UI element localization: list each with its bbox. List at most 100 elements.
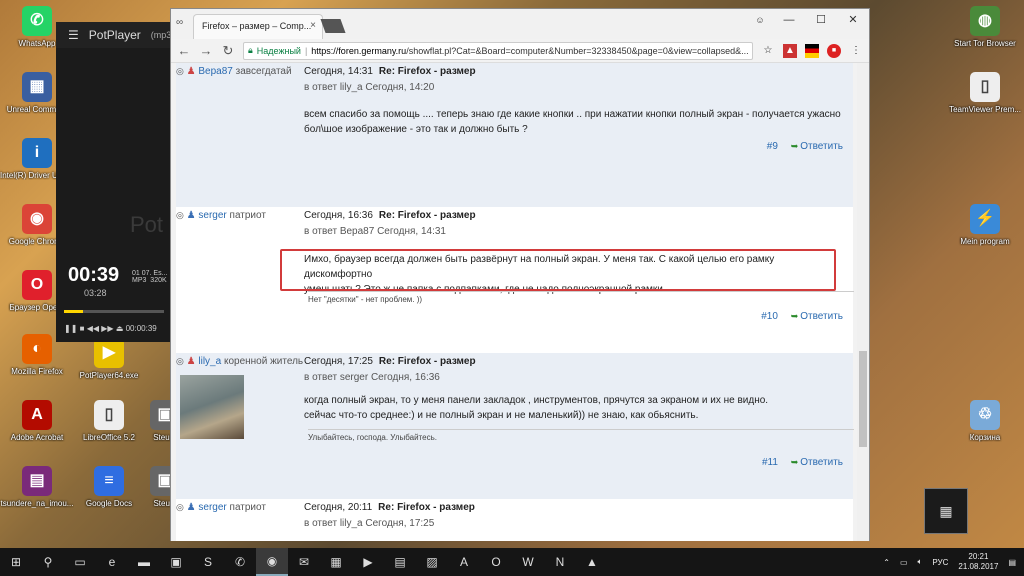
potplayer-track: 01 07. Es...: [132, 270, 168, 277]
reply-author[interactable]: lily_a: [340, 82, 363, 93]
flag-extension-icon[interactable]: [805, 43, 819, 58]
post-signature: Улыбайтесь, господа. Улыбайтесь.: [308, 429, 854, 442]
post-signature: Нет "десятки" - нет проблем. )): [308, 291, 854, 304]
start-icon[interactable]: ⊞: [0, 548, 32, 576]
desktop-icon[interactable]: ⚡ Mein program: [948, 204, 1022, 246]
tab-close-icon[interactable]: ×: [310, 20, 316, 31]
stop-icon[interactable]: ■: [80, 324, 85, 333]
next-icon[interactable]: ▶▶: [101, 324, 113, 333]
author-link[interactable]: serger: [198, 502, 226, 513]
menu-icon[interactable]: ☰: [68, 28, 79, 42]
post-body: всем спасибо за помощь .... теперь знаю …: [304, 107, 844, 137]
back-icon[interactable]: ←: [177, 43, 191, 58]
system-tray: ⌃ ▭ 🔈︎ РУС 20:21 21.08.2017 ▤: [883, 548, 1016, 576]
prev-icon[interactable]: ◀◀: [87, 324, 99, 333]
post-number[interactable]: #9: [767, 141, 778, 152]
thunderbird-icon[interactable]: ✉: [288, 548, 320, 576]
post-subject[interactable]: Re: Firefox - размер: [379, 66, 476, 77]
clock[interactable]: 20:21 21.08.2017: [958, 552, 998, 572]
browser-tab[interactable]: Firefox – размер – Comp... ×: [193, 14, 323, 39]
adblock-icon[interactable]: ■: [827, 43, 841, 58]
answer-button[interactable]: Ответить: [800, 141, 843, 152]
desktop-icon-label: Mozilla Firefox: [11, 367, 63, 376]
desktop-icon[interactable]: ▶ PotPlayer64.exe: [72, 338, 146, 380]
scrollbar-thumb[interactable]: [859, 351, 867, 447]
new-tab-button[interactable]: [320, 19, 346, 33]
opera-icon[interactable]: O: [480, 548, 512, 576]
pdf-extension-icon[interactable]: ▲: [783, 43, 797, 58]
potplayer-titlebar[interactable]: ☰ PotPlayer (mp3): [56, 22, 174, 48]
notifications-icon[interactable]: ▤: [1008, 558, 1016, 567]
clock-time: 20:21: [968, 552, 989, 561]
explorer-icon[interactable]: ▬: [128, 548, 160, 576]
onenote-icon[interactable]: N: [544, 548, 576, 576]
minimize-icon[interactable]: —: [773, 9, 805, 31]
potplayer-window[interactable]: ☰ PotPlayer (mp3) Pot 00:39 03:28 01 07.…: [56, 22, 174, 342]
potplayer-seekbar[interactable]: [64, 310, 164, 313]
post-subject[interactable]: Re: Firefox - размер: [378, 502, 475, 513]
tray-arrow-icon[interactable]: ⌃: [883, 558, 890, 567]
post-subject[interactable]: Re: Firefox - размер: [379, 210, 476, 221]
answer-button[interactable]: Ответить: [800, 457, 843, 468]
chrome-icon[interactable]: ◉: [256, 548, 288, 576]
calculator-icon[interactable]: ▦: [320, 548, 352, 576]
post-author: ◎ ♟ serger патриот: [176, 210, 266, 221]
page-scrollbar[interactable]: [857, 63, 869, 541]
whatsapp-icon[interactable]: ✆: [224, 548, 256, 576]
desktop-icon[interactable]: ♲ Корзина: [948, 400, 1022, 442]
post-number[interactable]: #10: [761, 311, 778, 322]
post-subject[interactable]: Re: Firefox - размер: [379, 356, 476, 367]
post-number[interactable]: #11: [762, 457, 778, 468]
maximize-icon[interactable]: ☐: [805, 9, 837, 31]
store-icon[interactable]: ▣: [160, 548, 192, 576]
answer-button[interactable]: Ответить: [800, 311, 843, 322]
user-icon: ♟: [186, 502, 196, 513]
potplayer-codec: MP3: [132, 277, 147, 284]
author-link[interactable]: lily_a: [198, 356, 221, 367]
search-icon[interactable]: ⚲: [32, 548, 64, 576]
potplayer-icon[interactable]: ▶: [352, 548, 384, 576]
photos-icon[interactable]: ▨: [416, 548, 448, 576]
reply-author[interactable]: Вера87: [340, 226, 374, 237]
task-view-icon[interactable]: ▭: [64, 548, 96, 576]
recycle-bin-icon: ♲: [970, 400, 1000, 430]
word-icon[interactable]: W: [512, 548, 544, 576]
language-indicator[interactable]: РУС: [932, 558, 948, 567]
chrome-menu-icon[interactable]: ⋮: [849, 44, 863, 58]
network-icon[interactable]: ▭: [900, 558, 908, 567]
close-icon[interactable]: ✕: [837, 9, 869, 31]
desktop-icon-label: Adobe Acrobat: [10, 433, 64, 442]
edge-icon[interactable]: e: [96, 548, 128, 576]
author-link[interactable]: serger: [198, 210, 226, 221]
reply-author[interactable]: lily_a: [340, 518, 363, 529]
calendar-icon[interactable]: ▤: [384, 548, 416, 576]
acrobat-icon[interactable]: A: [448, 548, 480, 576]
address-bar[interactable]: 🔒︎ Надежный | https://foren.germany.ru/s…: [243, 41, 753, 60]
desktop-icon[interactable]: A Adobe Acrobat: [0, 400, 74, 442]
user-avatar[interactable]: [180, 375, 244, 439]
user-status-icon: ◎: [176, 210, 184, 220]
desktop-icon-label: Start Tor Browser: [954, 39, 1016, 48]
desktop-icon[interactable]: ▯ TeamViewer Prem...: [948, 72, 1022, 114]
forward-icon[interactable]: →: [199, 43, 213, 58]
star-icon[interactable]: ☆: [761, 44, 775, 58]
eject-icon[interactable]: ⏏: [116, 324, 124, 333]
taskbar: ⊞ ⚲ ▭ e ▬ ▣ S ✆ ◉ ✉ ▦ ▶ ▤ ▨ A O W N ▲ ⌃ ▭ 🔈︎ РУС 20:21 21.…: [0, 548, 1024, 576]
post-footer: #10 ➥ Ответить: [761, 311, 843, 322]
vlc-icon[interactable]: ▲: [576, 548, 608, 576]
desktop-icon-label: tsundere_na_imou...: [0, 499, 74, 508]
pause-icon[interactable]: ❚❚: [64, 324, 77, 333]
post-author: ◎ ♟ Вера87 завсегдатай: [176, 66, 292, 77]
whatsapp-icon: ✆: [22, 6, 52, 36]
desktop-icon[interactable]: ◍ Start Tor Browser: [948, 6, 1022, 48]
highlight-annotation: [280, 249, 836, 291]
volume-icon[interactable]: 🔈︎: [918, 557, 923, 567]
reload-icon[interactable]: ↻: [221, 43, 235, 59]
desktop-widget[interactable]: ▦: [924, 488, 968, 534]
post-body: когда полный экран, то у меня панели зак…: [304, 393, 844, 423]
reply-author[interactable]: serger: [340, 372, 368, 383]
author-link[interactable]: Вера87: [198, 66, 232, 77]
desktop-icon[interactable]: ▤ tsundere_na_imou...: [0, 466, 74, 508]
profile-icon[interactable]: ☺: [747, 9, 773, 31]
skype-icon[interactable]: S: [192, 548, 224, 576]
